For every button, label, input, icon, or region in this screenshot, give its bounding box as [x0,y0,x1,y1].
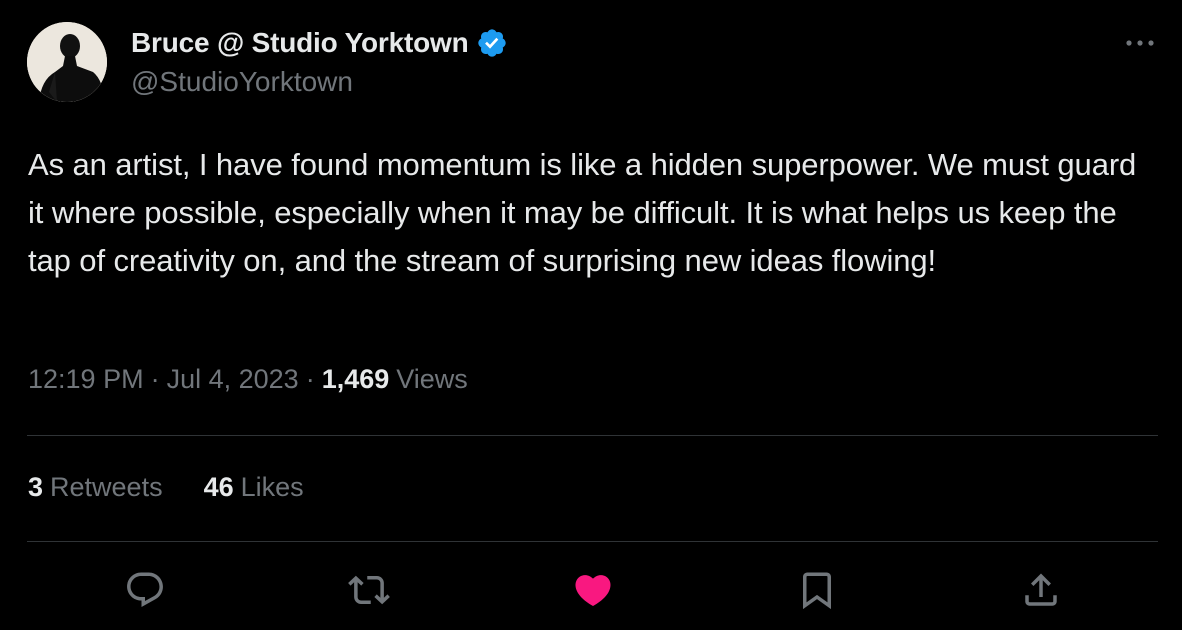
share-icon [1025,573,1057,606]
author-name-row: Bruce @ Studio Yorktown [131,25,508,61]
likes-label: Likes [240,472,304,502]
views-count: 1,469 [321,364,390,394]
meta-separator: · [305,364,315,394]
author-display-name[interactable]: Bruce @ Studio Yorktown [131,27,469,59]
likes-count: 46 [203,472,234,502]
tweet-text: As an artist, I have found momentum is l… [28,147,1137,278]
retweet-icon [348,575,390,605]
retweets-count: 3 [28,472,44,502]
tweet-card: Bruce @ Studio Yorktown @StudioYorktown … [0,0,1182,630]
action-bar [0,567,1182,613]
engagement-stats: 3 Retweets 46 Likes [28,472,304,503]
share-button[interactable] [1018,567,1064,613]
likes-stat[interactable]: 46 Likes [204,472,304,503]
more-options-icon[interactable] [1122,30,1158,56]
like-heart-icon [575,575,611,607]
tweet-time[interactable]: 12:19 PM [28,364,144,395]
bookmark-button[interactable] [794,567,840,613]
tweet-meta: 12:19 PM · Jul 4, 2023 · 1,469 Views [28,364,468,395]
tweet-date[interactable]: Jul 4, 2023 [167,364,299,395]
divider [27,541,1158,542]
avatar-photo [27,22,107,102]
retweets-label: Retweets [50,472,163,502]
verified-badge-icon[interactable] [476,27,508,59]
views-label: Views [396,364,468,394]
reply-icon [127,572,163,607]
author-handle[interactable]: @StudioYorktown [131,66,353,98]
meta-separator: · [150,364,160,394]
retweets-stat[interactable]: 3 Retweets [28,472,163,503]
retweet-button[interactable] [346,567,392,613]
divider [27,435,1158,436]
bookmark-icon [803,572,831,610]
like-button[interactable] [570,567,616,613]
reply-button[interactable] [122,567,168,613]
avatar[interactable] [27,22,107,102]
